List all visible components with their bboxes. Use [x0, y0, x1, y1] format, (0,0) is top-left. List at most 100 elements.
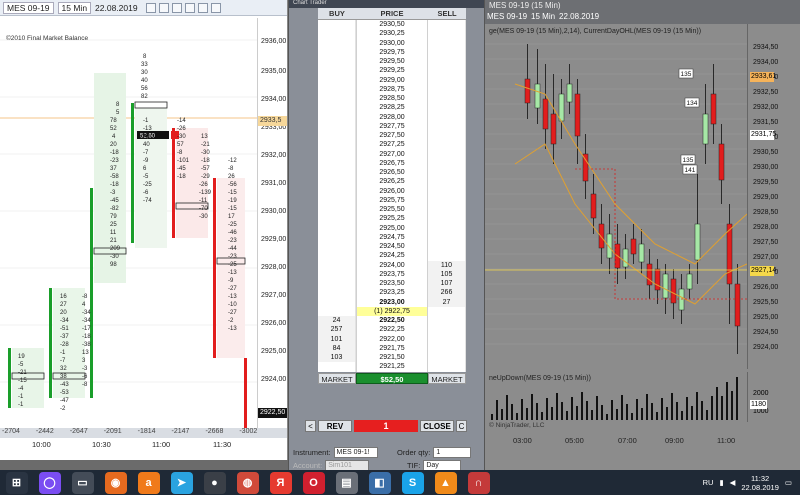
dom-price-cell[interactable]: 2927,00	[356, 149, 428, 159]
dom-price-cell[interactable]: 2923,75	[356, 269, 428, 279]
dom-price-cell[interactable]: 2921,75	[356, 343, 428, 353]
dom-sell-cell[interactable]	[428, 195, 466, 205]
dom-row[interactable]: 2923,25 266	[318, 288, 466, 298]
reverse-button[interactable]: REV	[318, 420, 352, 432]
dom-price-cell[interactable]: 2928,75	[356, 84, 428, 94]
dom-buy-cell[interactable]	[318, 66, 356, 76]
order-qty-field[interactable]: 1	[433, 447, 472, 458]
dom-row[interactable]: 2924,25	[318, 251, 466, 261]
dom-sell-cell[interactable]	[428, 149, 466, 159]
dom-sell-cell[interactable]	[428, 140, 466, 150]
dom-row[interactable]: 2929,25	[318, 66, 466, 76]
properties-icon[interactable]	[184, 2, 195, 13]
right-price-axis[interactable]: 2934,502934,002933,002932,502932,002931,…	[747, 24, 800, 369]
dom-sell-cell[interactable]	[428, 343, 466, 353]
dom-price-cell[interactable]: 2928,50	[356, 94, 428, 104]
ninjatrader-icon[interactable]: ◧	[368, 471, 391, 494]
dom-row[interactable]: 2929,00	[318, 75, 466, 85]
dom-row[interactable]: 2925,00	[318, 223, 466, 233]
dom-buy-cell[interactable]	[318, 269, 356, 279]
strategies-icon[interactable]	[210, 2, 221, 13]
dom-row[interactable]: 2921,25	[318, 362, 466, 372]
dom-buy-cell[interactable]	[318, 84, 356, 94]
dom-buy-cell[interactable]	[318, 103, 356, 113]
dom-price-cell[interactable]: 2929,50	[356, 57, 428, 67]
dom-price-cell[interactable]: 2927,25	[356, 140, 428, 150]
dom-sell-cell[interactable]: 107	[428, 279, 466, 289]
dom-row[interactable]: 2927,75	[318, 121, 466, 131]
dom-buy-cell[interactable]	[318, 29, 356, 39]
start-icon[interactable]: ⊞	[5, 471, 28, 494]
collapse-button[interactable]: <	[305, 420, 316, 432]
dom-price-cell[interactable]: 2927,75	[356, 121, 428, 131]
network-icon[interactable]: ▮	[719, 478, 723, 487]
dom-price-cell[interactable]: 2929,75	[356, 47, 428, 57]
dom-row[interactable]: 2924,50	[318, 242, 466, 252]
dom-row[interactable]: 2923,75 105	[318, 269, 466, 279]
dom-price-cell[interactable]: 2928,00	[356, 112, 428, 122]
dom-sell-cell[interactable]	[428, 205, 466, 215]
telegram-icon[interactable]: ➤	[170, 471, 193, 494]
dom-sell-cell[interactable]	[428, 121, 466, 131]
dom-row[interactable]: 2930,25	[318, 29, 466, 39]
dom-price-cell[interactable]: 2930,50	[356, 20, 428, 30]
dom-sell-cell[interactable]	[428, 362, 466, 372]
dom-row[interactable]: 2928,25	[318, 103, 466, 113]
dom-price-cell[interactable]: 2925,25	[356, 214, 428, 224]
dom-sell-cell[interactable]	[428, 112, 466, 122]
close-button[interactable]: CLOSE	[420, 420, 454, 432]
dom-row[interactable]: 2930,00	[318, 38, 466, 48]
dom-sell-cell[interactable]	[428, 47, 466, 57]
dom-sell-cell[interactable]	[428, 94, 466, 104]
dom-row[interactable]: 2927,25	[318, 140, 466, 150]
right-instrument-select[interactable]: MES 09-19	[487, 12, 527, 21]
dom-buy-cell[interactable]	[318, 177, 356, 187]
dom-price-cell[interactable]: 2926,50	[356, 168, 428, 178]
dom-sell-cell[interactable]	[428, 57, 466, 67]
dom-sell-cell[interactable]	[428, 75, 466, 85]
dom-row[interactable]: 84 2921,75	[318, 343, 466, 353]
dom-sell-cell[interactable]: 27	[428, 297, 466, 307]
dom-buy-cell[interactable]: 257	[318, 325, 356, 335]
dom-buy-cell[interactable]	[318, 195, 356, 205]
candlestick-chart-window[interactable]: MES 09-19 (15 Min) MES 09-19 15 Min 22.0…	[485, 0, 800, 470]
dom-price-cell[interactable]: 2930,25	[356, 29, 428, 39]
dom-buy-cell[interactable]: 101	[318, 334, 356, 344]
dom-sell-cell[interactable]	[428, 103, 466, 113]
dom-buy-cell[interactable]	[318, 205, 356, 215]
dom-buy-cell[interactable]	[318, 20, 356, 30]
dom-price-cell[interactable]: 2923,50	[356, 279, 428, 289]
dom-price-cell[interactable]: 2923,00	[356, 297, 428, 307]
dom-rows[interactable]: 2930,50 2930,25 2930,00 2929,75 2929,50 2929,…	[318, 20, 466, 372]
dom-row[interactable]: 2926,25	[318, 177, 466, 187]
dom-sell-cell[interactable]	[428, 242, 466, 252]
dom-sell-cell[interactable]	[428, 177, 466, 187]
dom-price-cell[interactable]: 2929,25	[356, 66, 428, 76]
crosshair-icon[interactable]	[145, 2, 156, 13]
dom-buy-cell[interactable]	[318, 47, 356, 57]
dom-sell-cell[interactable]	[428, 251, 466, 261]
dom-row[interactable]: 2923,50 107	[318, 279, 466, 289]
dom-price-cell[interactable]: 2929,00	[356, 75, 428, 85]
dom-price-cell[interactable]: 2925,75	[356, 195, 428, 205]
dom-buy-cell[interactable]	[318, 57, 356, 67]
left-price-axis[interactable]: 2936,00 2935,00 2934,00 2933,00 2932,00 …	[257, 18, 287, 428]
dom-buy-cell[interactable]	[318, 131, 356, 141]
dom-row[interactable]: 24 2922,50	[318, 316, 466, 326]
dom-buy-cell[interactable]	[318, 75, 356, 85]
dom-sell-cell[interactable]	[428, 131, 466, 141]
dom-price-cell[interactable]: 2921,25	[356, 362, 428, 372]
yandex-icon[interactable]: Я	[269, 471, 292, 494]
dom-buy-cell[interactable]	[318, 223, 356, 233]
dom-buy-cell[interactable]	[318, 288, 356, 298]
dom-row[interactable]: 2928,50	[318, 94, 466, 104]
app2-icon[interactable]: ∩	[467, 471, 490, 494]
opera-icon[interactable]: O	[302, 471, 325, 494]
dom-sell-cell[interactable]	[428, 158, 466, 168]
dom-buy-cell[interactable]	[318, 168, 356, 178]
dom-buy-cell[interactable]	[318, 94, 356, 104]
dom-price-cell[interactable]: 2922,25	[356, 325, 428, 335]
dom-row[interactable]: 2926,75	[318, 158, 466, 168]
dom-sell-cell[interactable]	[428, 334, 466, 344]
dom-row[interactable]: 257 2922,25	[318, 325, 466, 335]
